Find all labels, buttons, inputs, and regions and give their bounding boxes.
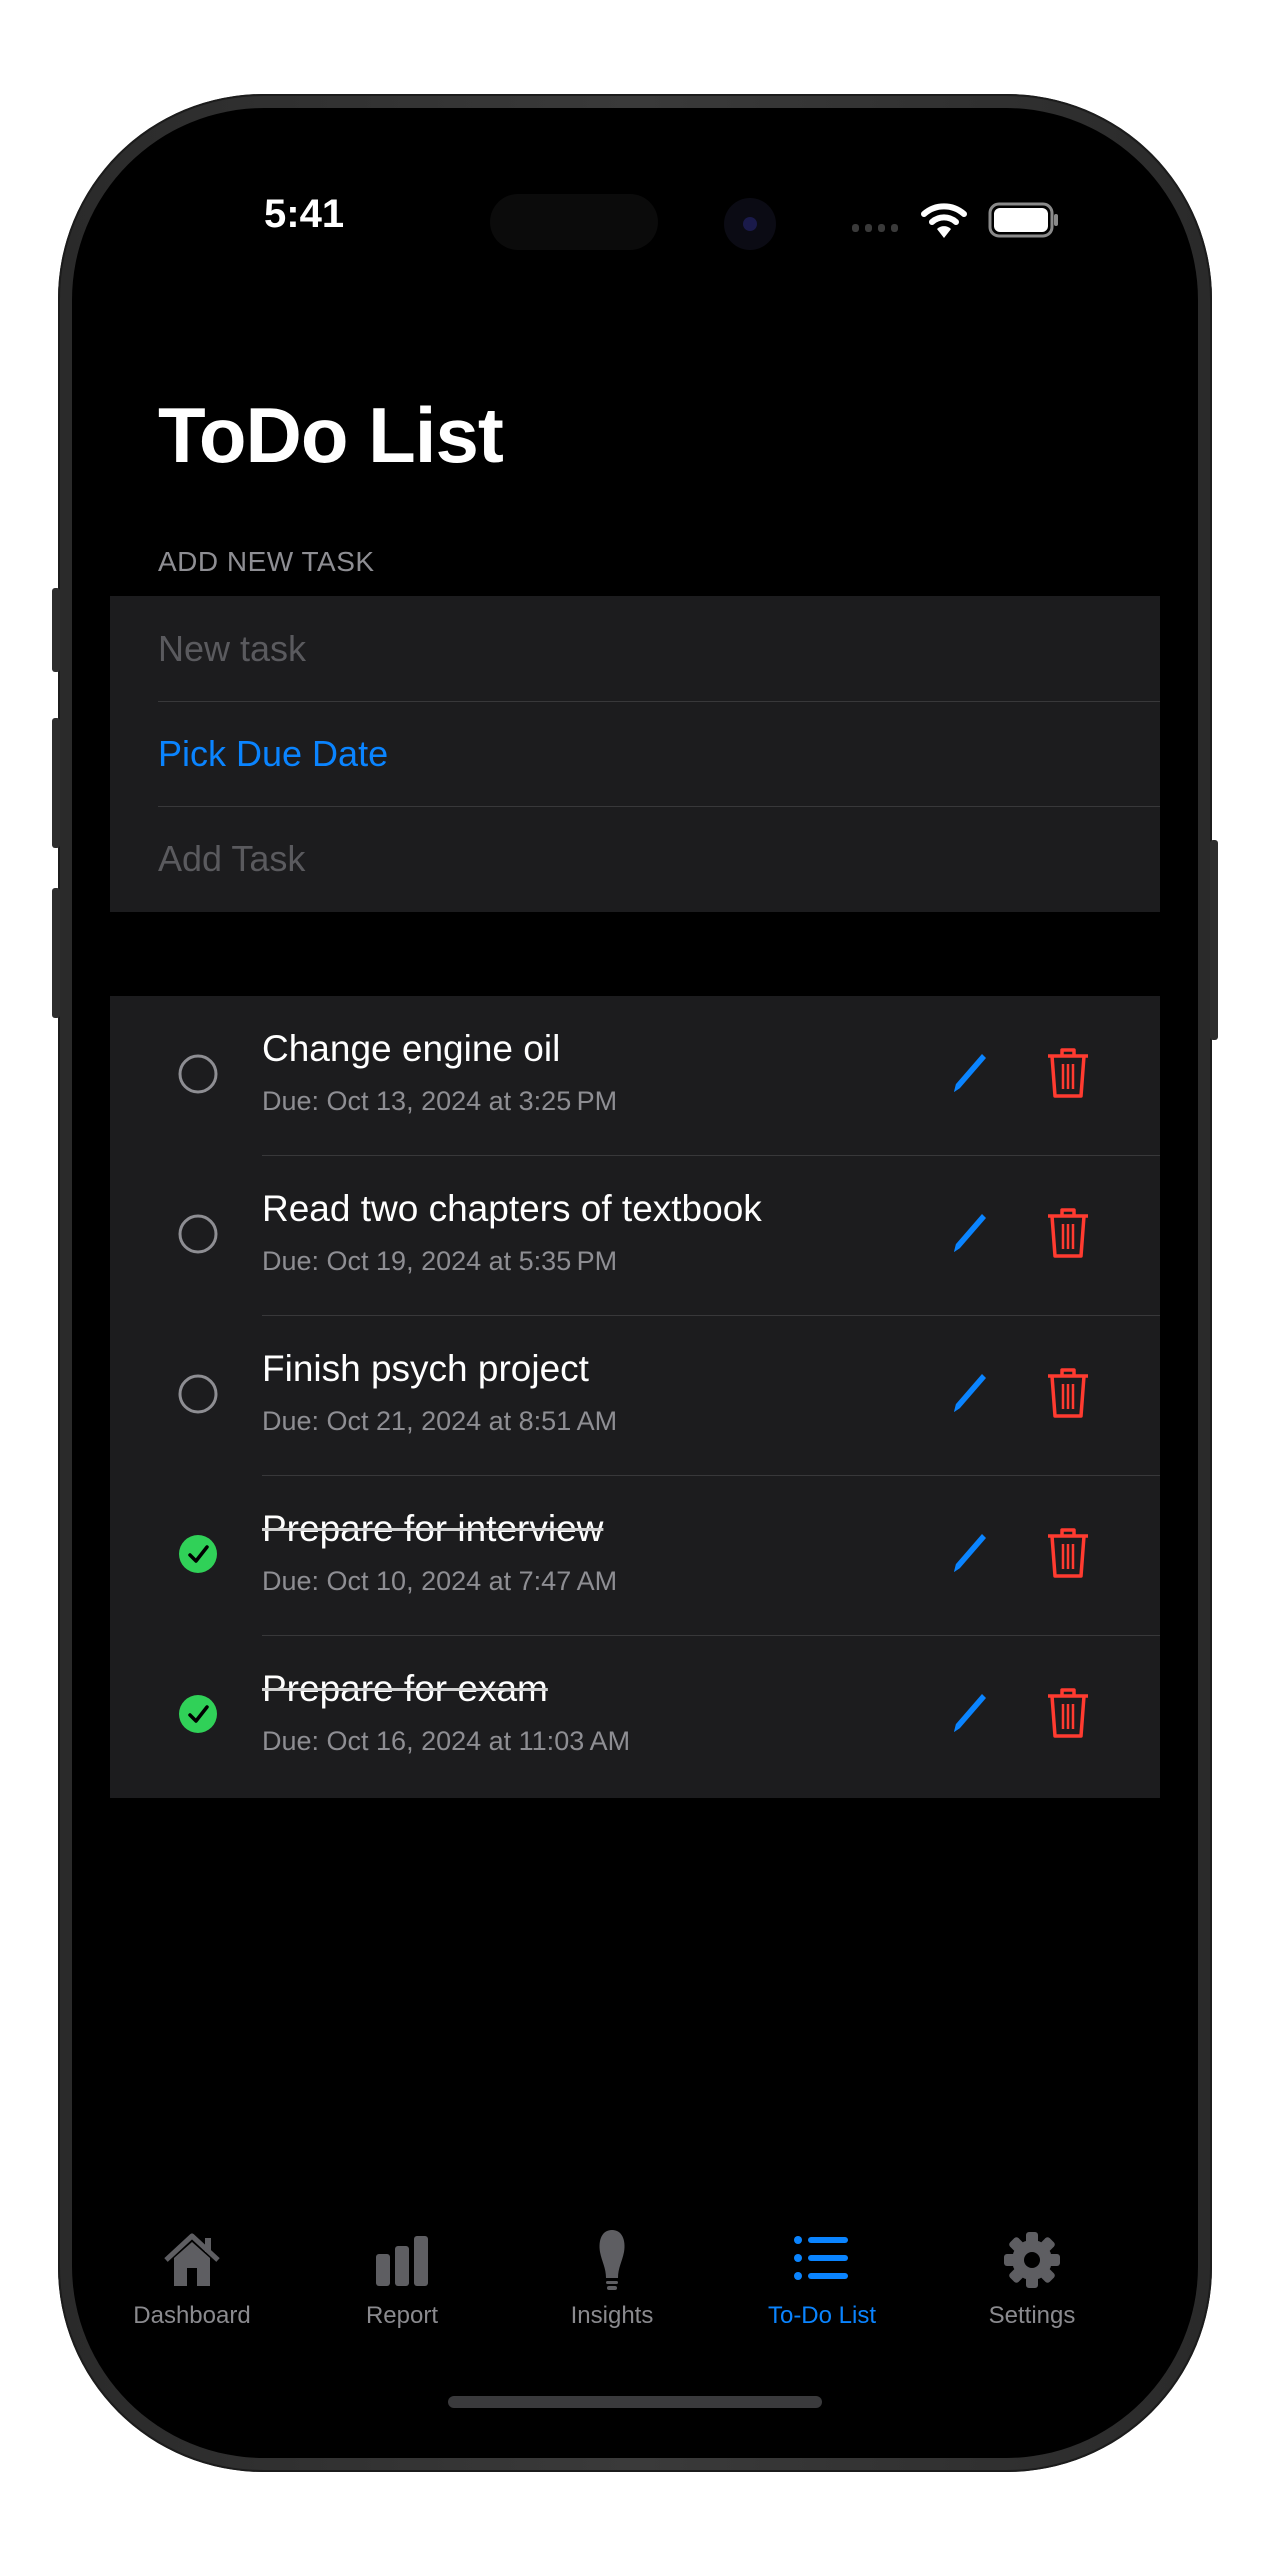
power-button [1210, 840, 1218, 1040]
wifi-icon [921, 203, 967, 238]
dynamic-island [490, 194, 658, 250]
incomplete-circle-icon[interactable] [178, 1054, 218, 1094]
completed-checkmark-icon[interactable] [178, 1694, 218, 1734]
house-icon [164, 2233, 220, 2286]
pencil-icon[interactable] [948, 1528, 992, 1578]
trash-icon[interactable] [1044, 1366, 1092, 1420]
task-title: Finish psych project [262, 1348, 589, 1389]
status-time: 5:41 [264, 192, 345, 236]
trash-icon[interactable] [1044, 1686, 1092, 1740]
task-row: Read two chapters of textbook Due: Oct 19… [110, 1156, 1160, 1316]
task-title: Change engine oil [262, 1028, 561, 1069]
list-icon [794, 2236, 848, 2280]
volume-down-button [52, 888, 60, 1018]
cellular-signal-icon [852, 224, 898, 232]
tab-label: Insights [570, 2302, 654, 2329]
volume-up-button [52, 718, 60, 848]
pencil-icon[interactable] [948, 1688, 992, 1738]
new-task-input[interactable]: New task [158, 596, 1160, 701]
gear-icon [1004, 2232, 1060, 2288]
tab-settings[interactable]: Settings [942, 2228, 1122, 2330]
task-due-date: Due: Oct 19, 2024 at 5:35 PM [262, 1246, 618, 1276]
task-due-date: Due: Oct 13, 2024 at 3:25 PM [262, 1086, 618, 1116]
tab-todo-list[interactable]: To-Do List [732, 2228, 912, 2330]
pencil-icon[interactable] [948, 1368, 992, 1418]
trash-icon[interactable] [1044, 1206, 1092, 1260]
tab-label: To-Do List [767, 2302, 877, 2329]
completed-checkmark-icon[interactable] [178, 1534, 218, 1574]
trash-icon[interactable] [1044, 1526, 1092, 1580]
app-screen: 5:41 ToDo List ADD NEW TASK New task Pic… [72, 108, 1198, 2458]
task-title: Read two chapters of textbook [262, 1188, 762, 1229]
task-row: Prepare for interview Due: Oct 10, 2024 a… [110, 1476, 1160, 1636]
task-due-date: Due: Oct 10, 2024 at 7:47 AM [262, 1566, 618, 1596]
home-indicator[interactable] [448, 2396, 822, 2408]
pick-due-date-label: Pick Due Date [158, 732, 389, 774]
task-list: Change engine oil Due: Oct 13, 2024 at 3:… [110, 996, 1160, 1798]
task-due-date: Due: Oct 16, 2024 at 11:03 AM [262, 1726, 631, 1756]
task-title: Prepare for exam [262, 1668, 548, 1709]
new-task-placeholder: New task [158, 627, 307, 669]
pencil-icon[interactable] [948, 1208, 992, 1258]
action-button [52, 588, 60, 672]
task-title: Prepare for interview [262, 1508, 604, 1549]
tab-bar: Dashboard Report Insights To-Do List Set… [72, 2228, 1198, 2348]
tab-insights[interactable]: Insights [522, 2228, 702, 2330]
bar-chart-icon [376, 2236, 428, 2286]
task-row: Change engine oil Due: Oct 13, 2024 at 3:… [110, 996, 1160, 1156]
pick-due-date-button[interactable]: Pick Due Date [158, 701, 1160, 806]
page-title: ToDo List [158, 391, 504, 479]
incomplete-circle-icon[interactable] [178, 1374, 218, 1414]
pencil-icon[interactable] [948, 1048, 992, 1098]
tab-dashboard[interactable]: Dashboard [102, 2228, 282, 2330]
battery-icon [988, 202, 1058, 238]
add-task-form: New task Pick Due Date Add Task [110, 596, 1160, 912]
front-camera [724, 198, 776, 250]
incomplete-circle-icon[interactable] [178, 1214, 218, 1254]
add-task-button[interactable]: Add Task [158, 806, 1160, 911]
add-task-label: Add Task [158, 837, 306, 879]
task-row: Finish psych project Due: Oct 21, 2024 at… [110, 1316, 1160, 1476]
task-row: Prepare for exam Due: Oct 16, 2024 at 11:… [110, 1636, 1160, 1796]
trash-icon[interactable] [1044, 1046, 1092, 1100]
lightbulb-icon [599, 2230, 625, 2290]
section-label-add-task: ADD NEW TASK [158, 546, 375, 577]
task-due-date: Due: Oct 21, 2024 at 8:51 AM [262, 1406, 618, 1436]
tab-label: Settings [988, 2302, 1076, 2329]
tab-report[interactable]: Report [312, 2228, 492, 2330]
tab-label: Report [365, 2302, 439, 2329]
tab-label: Dashboard [133, 2302, 251, 2329]
